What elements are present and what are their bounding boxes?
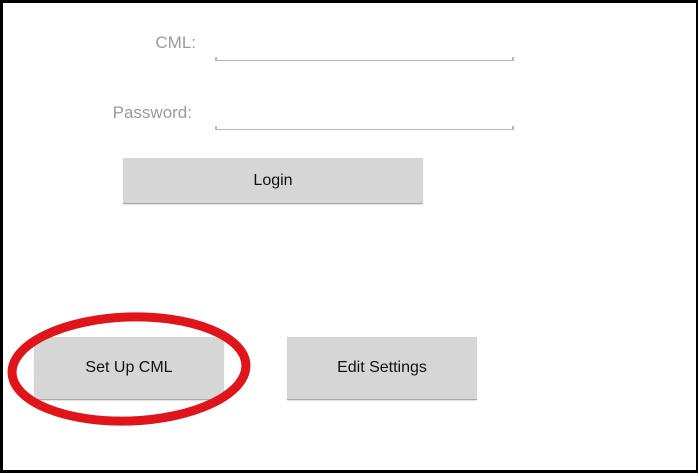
password-input-tick-left bbox=[215, 126, 217, 130]
password-label: Password: bbox=[112, 103, 192, 122]
cml-input-tick-left bbox=[215, 57, 217, 61]
app-window: CML: Password: Login Set Up CML Edit Set… bbox=[0, 0, 698, 473]
edit-settings-button[interactable]: Edit Settings bbox=[287, 337, 477, 400]
cml-input-tick-right bbox=[512, 57, 514, 61]
cml-label: CML: bbox=[155, 33, 196, 52]
cml-input[interactable] bbox=[215, 36, 513, 61]
password-input-tick-right bbox=[512, 126, 514, 130]
password-input[interactable] bbox=[215, 105, 513, 130]
login-button[interactable]: Login bbox=[123, 158, 423, 204]
setup-cml-button[interactable]: Set Up CML bbox=[34, 337, 224, 400]
